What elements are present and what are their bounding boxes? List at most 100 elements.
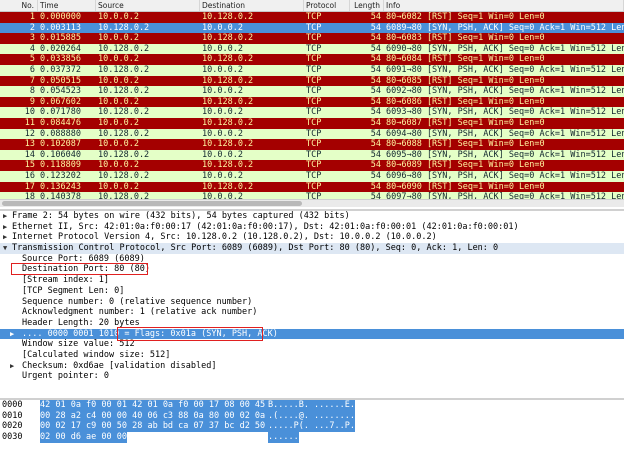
packet-row[interactable]: 9 0.067602 10.0.0.2 10.128.0.2 TCP 54 80→6086 …	[0, 96, 624, 108]
bytes-hex[interactable]: 02 00 d6 ae 00 00	[40, 432, 127, 443]
bytes-row: 0000 42 01 0a f0 00 01 42 01 0a f0 00 17 …	[0, 400, 624, 411]
packet-cell-src: 10.0.0.2	[98, 181, 139, 192]
collapsed-arrow-icon[interactable]: ▶	[10, 361, 22, 372]
packet-cell-time: 0.037372	[40, 64, 81, 75]
detail-tree-item-label: Frame 2: 54 bytes on wire (432 bits), 54…	[12, 211, 350, 221]
detail-tree-item[interactable]: ▶.... 0000 0001 1010 = Flags: 0x01a (SYN…	[0, 328, 624, 340]
packet-list-horizontal-scrollbar[interactable]	[0, 199, 624, 207]
bytes-hex[interactable]: 00 28 a2 c4 00 00 40 06 c3 88 0a 80 00 0…	[40, 410, 281, 422]
column-header-destination[interactable]: Destination	[200, 0, 304, 11]
column-header-protocol[interactable]: Protocol	[304, 0, 350, 11]
bytes-row: 0010 00 28 a2 c4 00 00 40 06 c3 88 0a 80 …	[0, 410, 624, 422]
collapsed-arrow-icon[interactable]: ▶	[3, 211, 12, 222]
packet-cell-proto: TCP	[306, 181, 322, 192]
column-header-no[interactable]: No.	[0, 0, 38, 11]
packet-cell-dst: 10.128.0.2	[202, 96, 254, 107]
packet-cell-time: 0.071780	[40, 107, 81, 118]
packet-cell-info: 6091→80 [SYN, PSH, ACK] Seq=0 Ack=1 Win=…	[386, 64, 624, 75]
collapsed-arrow-icon[interactable]: ▶	[3, 222, 12, 233]
packet-row[interactable]: 15 0.118809 10.0.0.2 10.128.0.2 TCP 54 80→6089…	[0, 160, 624, 171]
packet-cell-info: 6093→80 [SYN, PSH, ACK] Seq=0 Ack=1 Win=…	[386, 107, 624, 118]
packet-row[interactable]: 13 0.102087 10.0.0.2 10.128.0.2 TCP 54 80→6088…	[0, 139, 624, 150]
packet-cell-dst: 10.128.0.2	[202, 75, 254, 86]
packet-cell-src: 10.128.0.2	[98, 22, 150, 33]
packet-cell-len: 54	[370, 149, 381, 160]
detail-tree-item[interactable]: ▼ Transmission Control Protocol, Src Port…	[0, 243, 624, 254]
detail-tree-item-label: [Stream index: 1]	[22, 275, 109, 286]
packet-cell-len: 54	[370, 75, 381, 86]
expanded-arrow-icon[interactable]: ▼	[3, 243, 12, 254]
detail-tree-item[interactable]: Header Length: 20 bytes	[0, 318, 624, 329]
packet-row[interactable]: 14 0.106040 10.128.0.2 10.0.0.2 TCP 54 6095→80…	[0, 149, 624, 161]
bytes-ascii[interactable]: .....P(. ...7..P.	[268, 421, 355, 433]
detail-tree-item[interactable]: ▶ Ethernet II, Src: 42:01:0a:f0:00:17 (42…	[0, 222, 624, 233]
packet-cell-dst: 10.0.0.2	[202, 128, 243, 139]
packet-cell-src: 10.128.0.2	[98, 107, 150, 118]
packet-row[interactable]: 16 0.123202 10.128.0.2 10.0.0.2 TCP 54 6096→80…	[0, 170, 624, 182]
packet-row[interactable]: 17 0.136243 10.0.0.2 10.128.0.2 TCP 54 80→6090…	[0, 181, 624, 193]
detail-tree-item[interactable]: Sequence number: 0 (relative sequence nu…	[0, 297, 624, 308]
detail-tree-item-label: Header Length: 20 bytes	[22, 317, 140, 328]
packet-row[interactable]: 11 0.084476 10.0.0.2 10.128.0.2 TCP 54 80→6087…	[0, 117, 624, 129]
packet-details[interactable]: ▶ Frame 2: 54 bytes on wire (432 bits), 5…	[0, 209, 624, 396]
bytes-hex[interactable]: 42 01 0a f0 00 01 42 01 0a f0 00 17 08 0…	[40, 400, 281, 411]
packet-cell-time: 0.067602	[40, 96, 81, 107]
column-header-info[interactable]: Info	[384, 0, 624, 11]
detail-tree-item[interactable]: Destination Port: 80 (80)	[0, 264, 624, 275]
bytes-ascii[interactable]: .(....@. ........	[268, 410, 355, 422]
packet-cell-time: 0.000000	[40, 12, 81, 22]
detail-tree-item[interactable]: Acknowledgment number: 1 (relative ack n…	[0, 307, 624, 318]
detail-tree-item[interactable]: ▶ Internet Protocol Version 4, Src: 10.12…	[0, 232, 624, 243]
packet-row[interactable]: 4 0.020264 10.128.0.2 10.0.0.2 TCP 54 6090→80 …	[0, 43, 624, 55]
detail-tree-item[interactable]: Source Port: 6089 (6089)	[0, 254, 624, 265]
packet-row[interactable]: 7 0.050515 10.0.0.2 10.128.0.2 TCP 54 80→6085 …	[0, 75, 624, 87]
packet-cell-dst: 10.0.0.2	[202, 170, 243, 181]
detail-tree-item[interactable]: ▶ Frame 2: 54 bytes on wire (432 bits), 5…	[0, 211, 624, 222]
packet-row[interactable]: 5 0.033856 10.0.0.2 10.128.0.2 TCP 54 80→6084 …	[0, 54, 624, 65]
packet-cell-time: 0.123202	[40, 170, 81, 181]
detail-tree-item[interactable]: Urgent pointer: 0	[0, 371, 624, 382]
collapsed-arrow-icon[interactable]: ▶	[10, 329, 22, 340]
detail-tree-item-label: Acknowledgment number: 1 (relative ack n…	[22, 307, 258, 318]
packet-cell-no: 15	[24, 160, 35, 171]
packet-cell-info: 6092→80 [SYN, PSH, ACK] Seq=0 Ack=1 Win=…	[386, 86, 624, 97]
packet-cell-time: 0.054523	[40, 86, 81, 97]
packet-bytes[interactable]: 0000 42 01 0a f0 00 01 42 01 0a f0 00 17 …	[0, 398, 624, 451]
packet-cell-no: 1	[29, 12, 35, 22]
packet-row[interactable]: 6 0.037372 10.128.0.2 10.0.0.2 TCP 54 6091→80 …	[0, 64, 624, 76]
packet-row[interactable]: 8 0.054523 10.128.0.2 10.0.0.2 TCP 54 6092→80 …	[0, 86, 624, 97]
packet-cell-len: 54	[370, 43, 381, 54]
packet-list-header: No. Time Source Destination Protocol Len…	[0, 0, 624, 12]
packet-row[interactable]: 3 0.015885 10.0.0.2 10.128.0.2 TCP 54 80→6083 …	[0, 33, 624, 44]
detail-tree-item[interactable]: [Calculated window size: 512]	[0, 350, 624, 361]
bytes-row: 0020 00 02 17 c9 00 50 28 ab bd ca 07 37 …	[0, 421, 624, 433]
packet-row[interactable]: 10 0.071780 10.128.0.2 10.0.0.2 TCP 54 6093→80…	[0, 107, 624, 118]
bytes-ascii[interactable]: B.....B. ......E.	[268, 400, 355, 411]
packet-row[interactable]: 12 0.088880 10.128.0.2 10.0.0.2 TCP 54 6094→80…	[0, 128, 624, 140]
detail-tree-item[interactable]: Window size value: 512	[0, 339, 624, 350]
packet-cell-dst: 10.128.0.2	[202, 54, 254, 65]
bytes-hex[interactable]: 00 02 17 c9 00 50 28 ab bd ca 07 37 bc d…	[40, 421, 281, 433]
packet-cell-dst: 10.0.0.2	[202, 22, 243, 33]
packet-cell-src: 10.128.0.2	[98, 43, 150, 54]
column-header-time[interactable]: Time	[38, 0, 96, 11]
packet-cell-no: 12	[24, 128, 35, 139]
packet-cell-len: 54	[370, 86, 381, 97]
detail-tree-item[interactable]: [TCP Segment Len: 0]	[0, 286, 624, 297]
detail-tree-item[interactable]: [Stream index: 1]	[0, 275, 624, 286]
bytes-ascii[interactable]: ......	[268, 432, 299, 443]
scrollbar-thumb[interactable]	[2, 201, 302, 206]
packet-list[interactable]: No. Time Source Destination Protocol Len…	[0, 0, 624, 200]
column-header-source[interactable]: Source	[96, 0, 200, 11]
packet-row[interactable]: 1 0.000000 10.0.0.2 10.128.0.2 TCP 54 80→6082 …	[0, 12, 624, 23]
detail-tree-item-label: Checksum: 0xd6ae [validation disabled]	[22, 360, 217, 371]
detail-tree-item-label: Window size value: 512	[22, 339, 135, 350]
packet-cell-no: 16	[24, 170, 35, 181]
packet-cell-no: 13	[24, 139, 35, 150]
collapsed-arrow-icon[interactable]: ▶	[3, 232, 12, 243]
column-header-length[interactable]: Length	[350, 0, 384, 11]
detail-tree-item[interactable]: ▶ Checksum: 0xd6ae [validation disabled]	[0, 361, 624, 372]
packet-cell-proto: TCP	[306, 64, 322, 75]
packet-cell-len: 54	[370, 54, 381, 65]
packet-row[interactable]: 2 0.003113 10.128.0.2 10.0.0.2 TCP 54 6089→80 …	[0, 22, 624, 34]
